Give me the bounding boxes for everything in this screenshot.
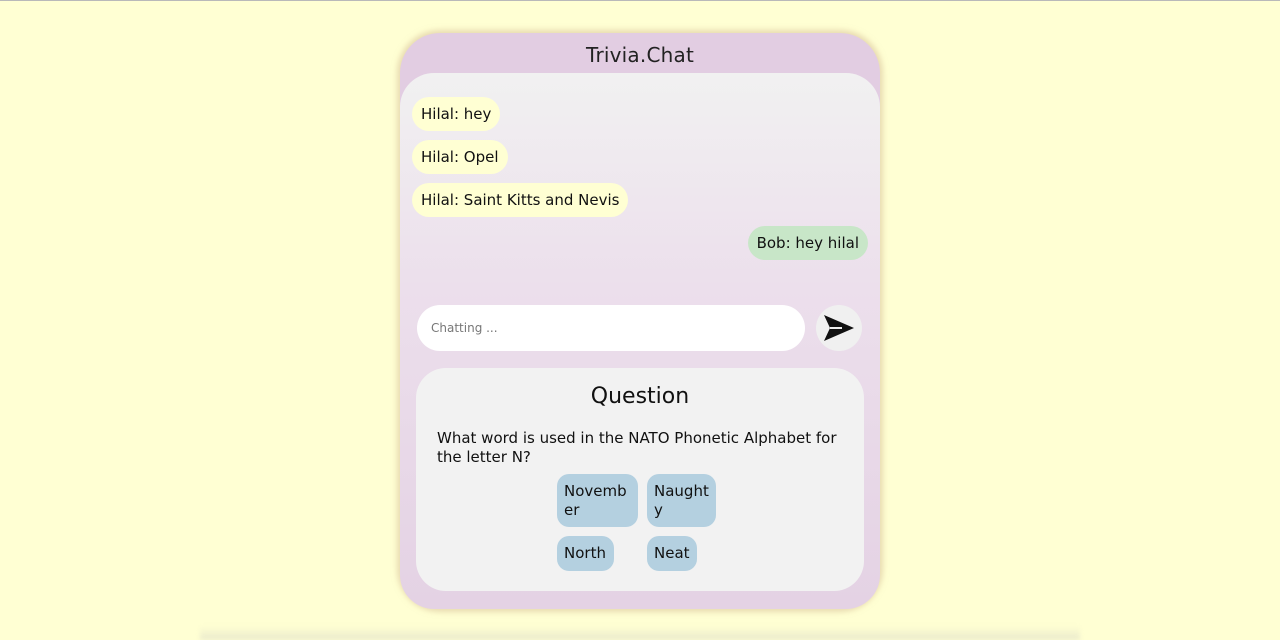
chat-panel: Hilal: hey Hilal: Opel Hilal: Saint Kitt… [400,73,880,609]
message-bubble-self: Bob: hey hilal [747,226,868,260]
app-title: Trivia.Chat [585,43,694,67]
answer-button[interactable]: Neat [647,536,697,571]
browser-top-border [0,0,1280,1]
answer-button[interactable]: North [557,536,614,571]
question-text: What word is used in the NATO Phonetic A… [437,429,837,466]
question-heading: Question [590,384,690,409]
message-bubble: Hilal: hey [412,97,501,131]
answer-button[interactable]: Naughty [647,474,716,527]
send-arrow-icon [824,315,854,341]
page-bottom-shadow [200,626,1080,640]
question-card: Question What word is used in the NATO P… [416,368,864,591]
send-button[interactable] [816,305,862,351]
chat-input[interactable] [417,305,805,351]
answer-button[interactable]: November [557,474,638,527]
message-bubble: Hilal: Opel [412,140,508,174]
message-bubble: Hilal: Saint Kitts and Nevis [412,183,629,217]
chat-app: Trivia.Chat Hilal: hey Hilal: Opel Hilal… [400,33,880,609]
